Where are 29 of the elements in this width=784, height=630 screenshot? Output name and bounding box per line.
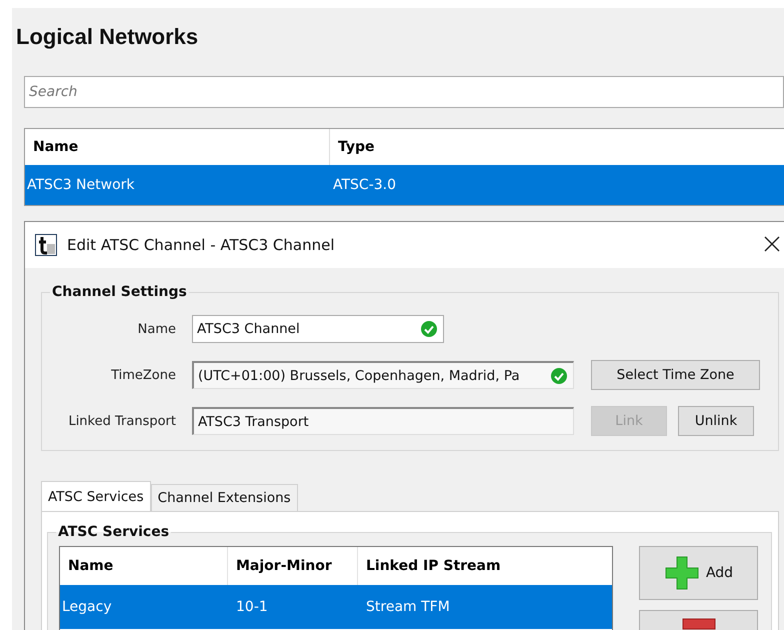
tab[interactable]: Channel Extensions — [150, 484, 298, 511]
table-cell: ATSC-3.0 — [333, 177, 396, 193]
push-button[interactable]: Select Time Zone — [591, 360, 760, 390]
search-field[interactable]: Search — [24, 76, 784, 108]
tab[interactable]: ATSC Services — [41, 481, 151, 511]
push-button[interactable]: Add — [639, 546, 758, 600]
table-cell-text: ATSC3 Network — [26, 177, 136, 193]
push-button[interactable]: Unlink — [678, 406, 754, 436]
input-field[interactable]: ATSC3 Channel — [192, 315, 444, 343]
field-label: Name — [136, 322, 176, 336]
input-field[interactable]: (UTC+01:00) Brussels, Copenhagen, Madrid, Pa — [192, 361, 574, 389]
close-icon[interactable] — [764, 236, 780, 252]
minus-icon — [680, 618, 716, 630]
group-title: ATSC Services — [57, 524, 170, 540]
input-field[interactable]: ATSC3 Transport — [192, 407, 574, 435]
field-label: TimeZone — [110, 368, 176, 382]
column-header[interactable]: Type — [330, 129, 375, 165]
column-header[interactable]: Linked IP Stream — [358, 547, 612, 585]
table-row[interactable]: Legacy 10-1 Stream TFM — [60, 585, 612, 629]
dialog-title: Edit ATSC Channel - ATSC3 Channel — [67, 236, 335, 254]
field-label: Linked Transport — [67, 414, 176, 428]
app-icon — [35, 234, 57, 256]
page-title: Logical Networks — [16, 24, 200, 50]
table-cell-text: Legacy — [61, 599, 113, 615]
table-cell-text: Stream TFM — [365, 599, 451, 615]
plus-icon — [664, 555, 700, 591]
group-title: Channel Settings — [51, 284, 188, 300]
table-row[interactable]: ATSC3 Network ATSC-3.0 — [25, 165, 784, 205]
table-cell-text: 10-1 — [235, 599, 269, 615]
